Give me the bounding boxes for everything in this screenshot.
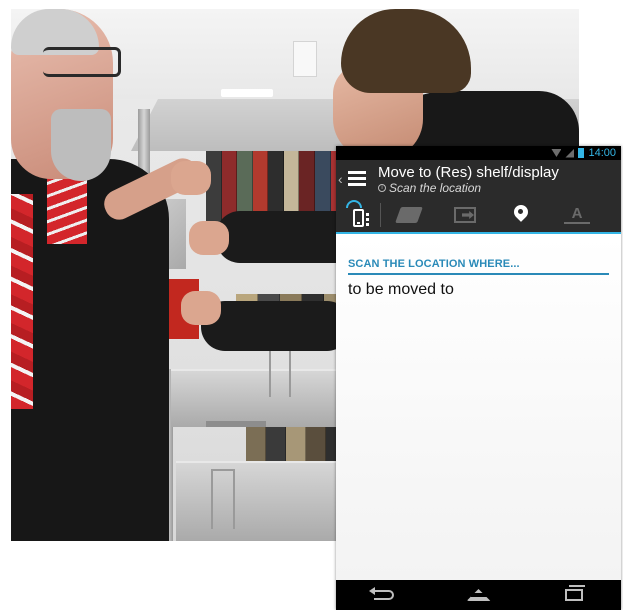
device-scan-button[interactable] xyxy=(336,198,380,232)
home-button[interactable] xyxy=(454,580,504,610)
back-button[interactable] xyxy=(359,580,409,610)
display-tray xyxy=(171,369,347,427)
page-subtitle: i Scan the location xyxy=(378,181,559,195)
book-support-wire xyxy=(269,349,291,397)
hand xyxy=(189,221,229,255)
toolbar: A xyxy=(336,198,621,234)
navigation-bar xyxy=(336,580,621,610)
person-left-shirt xyxy=(11,194,33,409)
device-scan-icon xyxy=(352,209,364,227)
display-tray xyxy=(176,461,347,541)
action-bar: ‹ Move to (Res) shelf/display i Scan the… xyxy=(336,160,621,198)
section-header: SCAN THE LOCATION WHERE... xyxy=(348,258,609,275)
person-right-arm xyxy=(201,301,351,351)
move-out-icon xyxy=(454,207,476,223)
person-left-beard xyxy=(51,109,111,181)
action-bar-titles: Move to (Res) shelf/display i Scan the l… xyxy=(378,164,559,195)
person-left-body xyxy=(11,159,169,541)
recent-apps-icon xyxy=(564,585,585,601)
move-out-button[interactable] xyxy=(437,198,493,232)
book-icon xyxy=(395,207,423,223)
recent-apps-button[interactable] xyxy=(549,580,599,610)
wireless-waves-icon xyxy=(346,200,362,208)
page-title: Move to (Res) shelf/display xyxy=(378,163,559,181)
hand xyxy=(171,161,211,195)
page-subtitle-text: Scan the location xyxy=(389,180,482,195)
back-icon xyxy=(368,587,394,600)
home-icon xyxy=(466,589,491,601)
location-button[interactable] xyxy=(493,198,549,232)
wifi-icon xyxy=(551,149,562,157)
overflow-dots-icon xyxy=(366,213,369,227)
status-time: 14:00 xyxy=(588,147,616,159)
ceiling-light xyxy=(221,89,273,97)
text-button[interactable]: A xyxy=(549,198,605,232)
status-bar: 14:00 xyxy=(336,146,621,160)
book-button[interactable] xyxy=(381,198,437,232)
signal-icon xyxy=(565,148,575,158)
phone-screen: 14:00 ‹ Move to (Res) shelf/display i Sc… xyxy=(336,146,621,610)
battery-icon xyxy=(578,148,585,158)
glasses xyxy=(43,47,121,77)
back-chevron-icon[interactable]: ‹ xyxy=(338,160,346,198)
wall-device xyxy=(293,41,317,77)
instruction-text: to be moved to xyxy=(348,281,454,298)
book-support-wire xyxy=(211,469,235,529)
books-row-bottom xyxy=(246,421,346,461)
location-pin-icon xyxy=(514,205,528,225)
hand xyxy=(181,291,221,325)
info-icon: i xyxy=(378,183,386,192)
person-left-collar xyxy=(47,174,87,244)
text-icon: A xyxy=(564,206,590,224)
tray-label-strip xyxy=(206,421,266,427)
menu-icon[interactable] xyxy=(346,160,368,198)
content-area: SCAN THE LOCATION WHERE... to be moved t… xyxy=(336,236,621,580)
